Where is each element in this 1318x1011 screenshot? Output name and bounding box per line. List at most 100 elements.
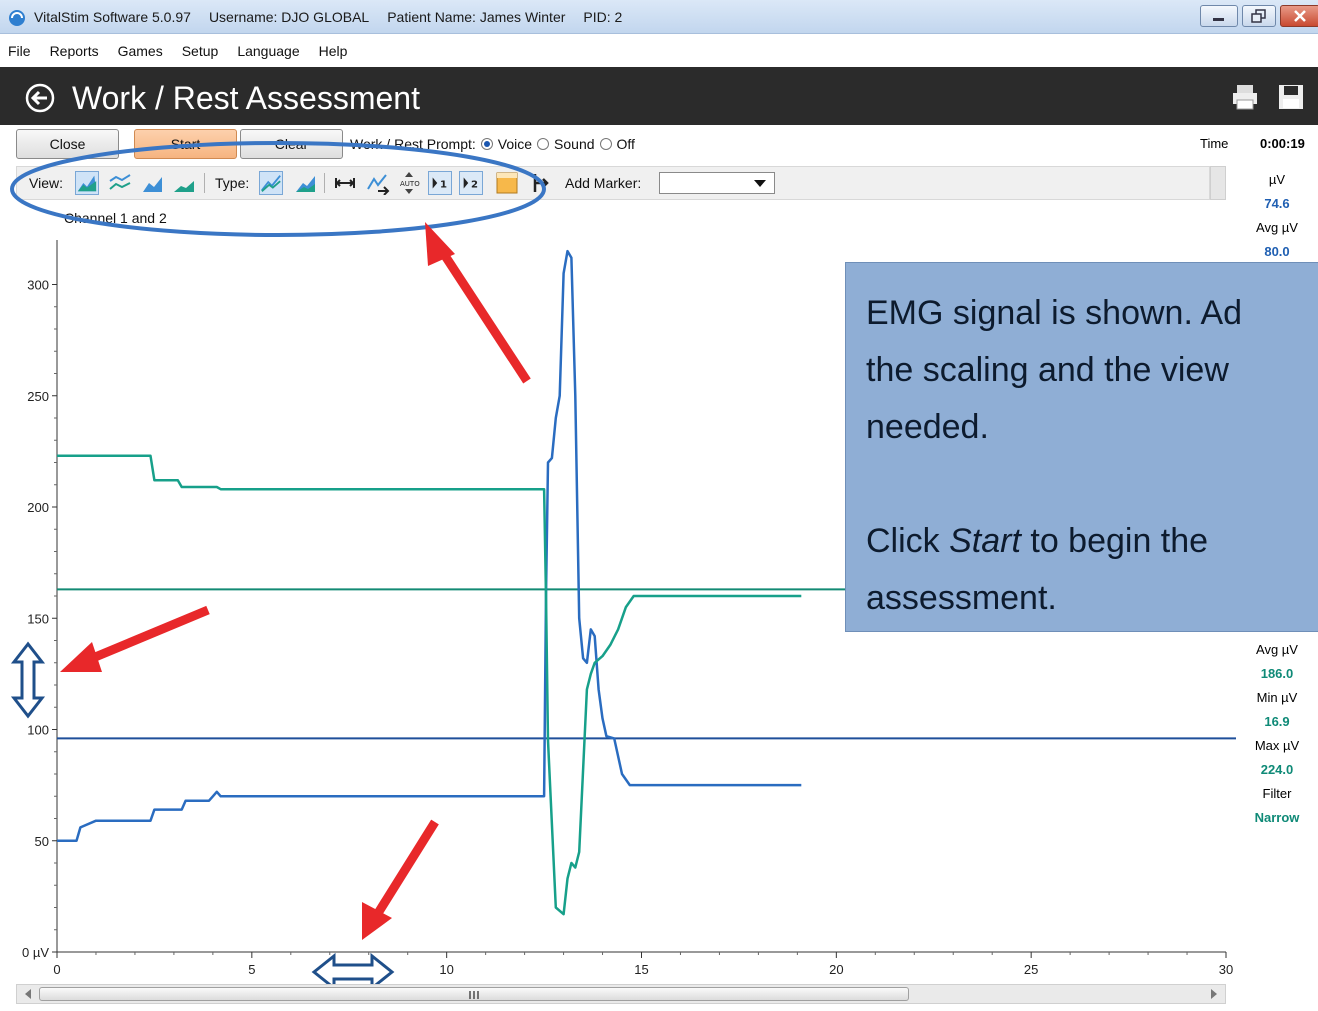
add-marker-label: Add Marker: (565, 175, 642, 191)
channel-1-icon[interactable]: 1 (428, 171, 452, 195)
menu-reports[interactable]: Reports (50, 43, 99, 59)
y-tick-label: 300 (27, 278, 49, 293)
callout-text: Click (866, 522, 950, 560)
avg-label: Avg µV (1256, 220, 1298, 235)
add-marker-icon[interactable] (529, 171, 553, 195)
x-tick-label: 20 (829, 962, 843, 977)
restore-button[interactable] (1242, 5, 1276, 27)
minimize-icon (1213, 18, 1224, 21)
ch2-min-label: Min µV (1256, 690, 1298, 705)
y-tick-label: 150 (27, 611, 49, 626)
y-tick-label: 0 µV (22, 945, 49, 960)
channel-label: Channel 1 and 2 (64, 210, 167, 226)
restore-icon (1251, 9, 1266, 23)
callout-line-1: EMG signal is shown. Ad (866, 294, 1243, 332)
channel-2-icon[interactable]: 2 (459, 171, 483, 195)
view-both-icon[interactable] (75, 171, 99, 195)
type-line-icon[interactable] (259, 171, 283, 195)
x-tick-label: 25 (1024, 962, 1038, 977)
callout-emphasis: Start (949, 522, 1021, 560)
chevron-down-icon (754, 180, 766, 187)
patient-name: Patient Name: James Winter (387, 9, 566, 25)
callout-line-4: Click Start to begin the (866, 513, 1318, 570)
voice-label: Voice (497, 136, 533, 152)
save-icon[interactable] (1276, 82, 1306, 112)
horizontal-scale-icon[interactable] (333, 171, 357, 195)
sound-label: Sound (554, 136, 595, 152)
clear-button[interactable]: Clear (240, 129, 343, 159)
uv-label: µV (1268, 172, 1286, 187)
time-row: Time 0:00:19 (1186, 132, 1316, 156)
uv-value: 74.6 (1264, 196, 1290, 211)
close-icon (1294, 10, 1306, 22)
view-stacked-icon[interactable] (108, 171, 132, 195)
menu-bar: File Reports Games Setup Language Help (0, 34, 1318, 67)
ch2-max-label: Max µV (1254, 738, 1300, 753)
toolbar-divider (204, 173, 205, 193)
time-label: Time (1200, 136, 1229, 151)
scroll-left-icon[interactable] (23, 989, 33, 999)
callout-line-5: assessment. (866, 579, 1057, 617)
filter-label: Filter (1262, 786, 1292, 801)
x-tick-label: 30 (1219, 962, 1233, 977)
sound-radio[interactable] (537, 138, 550, 150)
voice-radio[interactable] (480, 138, 493, 150)
page-title: Work / Rest Assessment (72, 80, 420, 116)
x-tick-label: 0 (53, 962, 60, 977)
off-radio[interactable] (599, 138, 612, 150)
x-tick-label: 10 (439, 962, 453, 977)
type-area-icon[interactable] (294, 171, 318, 195)
callout-line-3: needed. (866, 408, 989, 446)
x-tick-label: 5 (248, 962, 255, 977)
y-tick-label: 50 (35, 834, 49, 849)
svg-text:2: 2 (471, 180, 478, 191)
color-theme-icon[interactable] (495, 171, 519, 195)
menu-help[interactable]: Help (319, 43, 348, 59)
marker-select[interactable] (659, 172, 775, 194)
prompt-label: Work / Rest Prompt: (350, 136, 476, 152)
minimize-button[interactable] (1200, 5, 1238, 27)
off-label: Off (616, 136, 635, 152)
view-ch2-icon[interactable] (172, 171, 196, 195)
ch2-signal-line (57, 454, 802, 916)
type-label: Type: (215, 175, 250, 191)
view-ch1-icon[interactable] (141, 171, 165, 195)
time-value: 0:00:19 (1260, 136, 1305, 151)
ch2-avg-label: Avg µV (1256, 642, 1298, 657)
close-button[interactable]: Close (16, 129, 119, 159)
x-tick-label: 15 (634, 962, 648, 977)
fit-signal-icon[interactable] (366, 171, 390, 195)
toolbar-divider (324, 173, 325, 193)
back-arrow-icon[interactable] (24, 82, 56, 114)
view-toolbar: View: Type: AUTO 1 2 Add Marker: (16, 166, 1210, 200)
ch1-signal-line (57, 249, 802, 843)
callout-line-2: the scaling and the view (866, 351, 1229, 389)
view-label: View: (29, 175, 63, 191)
start-button[interactable]: Start (134, 129, 237, 159)
menu-setup[interactable]: Setup (182, 43, 219, 59)
menu-games[interactable]: Games (118, 43, 163, 59)
ch2-avg-value: 186.0 (1260, 666, 1294, 681)
menu-language[interactable]: Language (237, 43, 299, 59)
username: Username: DJO GLOBAL (208, 9, 370, 25)
app-name: VitalStim Software 5.0.97 (34, 9, 191, 25)
y-tick-label: 250 (27, 389, 49, 404)
svg-text:1: 1 (440, 180, 447, 191)
app-window: VitalStim Software 5.0.97 Username: DJO … (0, 0, 1318, 1011)
auto-scale-icon[interactable]: AUTO (397, 171, 421, 195)
toolbar-scroll[interactable] (1210, 166, 1226, 200)
title-bar: VitalStim Software 5.0.97 Username: DJO … (0, 0, 1318, 34)
filter-value: Narrow (1254, 810, 1300, 825)
app-icon (9, 10, 25, 26)
scroll-right-icon[interactable] (1209, 989, 1219, 999)
avg-value: 80.0 (1264, 244, 1290, 259)
chart-scrollbar[interactable] (16, 984, 1226, 1004)
y-tick-label: 100 (27, 723, 49, 738)
window-close-button[interactable] (1280, 5, 1318, 27)
menu-file[interactable]: File (8, 43, 31, 59)
scroll-thumb[interactable] (39, 987, 909, 1001)
instruction-callout: EMG signal is shown. Ad the scaling and … (845, 262, 1318, 632)
grip-icon (469, 991, 479, 999)
print-icon[interactable] (1230, 82, 1260, 112)
callout-blank (866, 456, 1318, 513)
